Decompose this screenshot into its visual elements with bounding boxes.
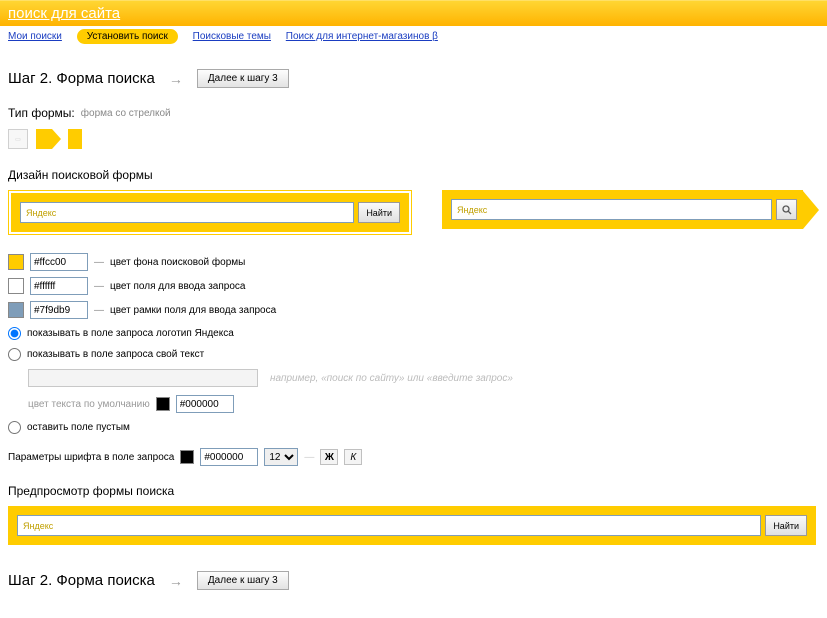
shape-option-compact[interactable] (68, 129, 82, 149)
step-footer: Шаг 2. Форма поиска → Далее к шагу 3 (8, 571, 819, 590)
shape-option-arrow[interactable] (36, 126, 60, 152)
preview-search-input-right[interactable] (451, 199, 772, 220)
preview-search-button-left[interactable]: Найти (358, 202, 400, 223)
default-text-color-label: цвет текста по умолчанию (28, 399, 150, 410)
search-icon[interactable] (776, 199, 797, 220)
nav-install-search[interactable]: Установить поиск (77, 29, 178, 44)
design-preview-left-wrap: Найти (8, 190, 412, 235)
hex-border-input[interactable] (30, 301, 88, 319)
swatch-bg[interactable] (8, 254, 24, 270)
radio-show-custom-label: показывать в поле запроса свой текст (27, 349, 204, 360)
custom-text-input (28, 369, 258, 387)
radio-leave-empty[interactable] (8, 421, 21, 434)
full-form-preview: Найти (8, 506, 816, 545)
header-bar: поиск для сайта (0, 0, 827, 26)
shape-option-box[interactable]: ▭ (8, 129, 28, 149)
step-title: Шаг 2. Форма поиска (8, 70, 155, 87)
radio-show-logo[interactable] (8, 327, 21, 340)
form-type-value: форма со стрелкой (81, 108, 171, 119)
font-params-label: Параметры шрифта в поле запроса (8, 452, 174, 463)
nav-my-searches[interactable]: Мои поиски (8, 31, 62, 42)
radio-leave-empty-label: оставить поле пустым (27, 422, 130, 433)
preview-search-input-left[interactable] (20, 202, 354, 223)
design-title: Дизайн поисковой формы (8, 168, 819, 182)
full-preview-search-button[interactable]: Найти (765, 515, 807, 536)
custom-text-hint: например, «поиск по сайту» или «введите … (270, 373, 513, 384)
shape-options: ▭ (8, 126, 819, 152)
arrow-right-icon-bottom: → (169, 573, 183, 589)
design-preview-left: Найти (11, 193, 409, 232)
hex-field-input[interactable] (30, 277, 88, 295)
swatch-default-text[interactable] (156, 397, 170, 411)
swatch-field[interactable] (8, 278, 24, 294)
italic-toggle[interactable]: К (344, 449, 362, 465)
form-type-label: Тип формы: (8, 106, 75, 120)
next-step-button-bottom[interactable]: Далее к шагу 3 (197, 571, 289, 590)
dash: — (94, 257, 104, 268)
next-step-button[interactable]: Далее к шагу 3 (197, 69, 289, 88)
step-title-bottom: Шаг 2. Форма поиска (8, 572, 155, 589)
nav-search-topics[interactable]: Поисковые темы (193, 31, 271, 42)
design-preview-right (442, 190, 819, 229)
radio-show-logo-label: показывать в поле запроса логотип Яндекс… (27, 328, 234, 339)
nav-row: Мои поиски Установить поиск Поисковые те… (0, 26, 827, 47)
hex-default-text-input[interactable] (176, 395, 234, 413)
hex-bg-input[interactable] (30, 253, 88, 271)
header-title-link[interactable]: поиск для сайта (8, 5, 120, 22)
radio-show-custom[interactable] (8, 348, 21, 361)
swatch-border[interactable] (8, 302, 24, 318)
nav-shop-search[interactable]: Поиск для интернет-магазинов β (286, 31, 438, 42)
arrow-tip-icon (803, 191, 819, 229)
font-size-select[interactable]: 12 (264, 448, 298, 466)
label-field-color: цвет поля для ввода запроса (110, 281, 245, 292)
label-border-color: цвет рамки поля для ввода запроса (110, 305, 276, 316)
hex-font-color-input[interactable] (200, 448, 258, 466)
label-bg-color: цвет фона поисковой формы (110, 257, 245, 268)
preview-section-title: Предпросмотр формы поиска (8, 484, 819, 498)
swatch-font-color[interactable] (180, 450, 194, 464)
full-preview-input[interactable] (17, 515, 761, 536)
arrow-right-icon: → (169, 71, 183, 87)
step-header: Шаг 2. Форма поиска → Далее к шагу 3 (8, 69, 819, 88)
bold-toggle[interactable]: Ж (320, 449, 338, 465)
